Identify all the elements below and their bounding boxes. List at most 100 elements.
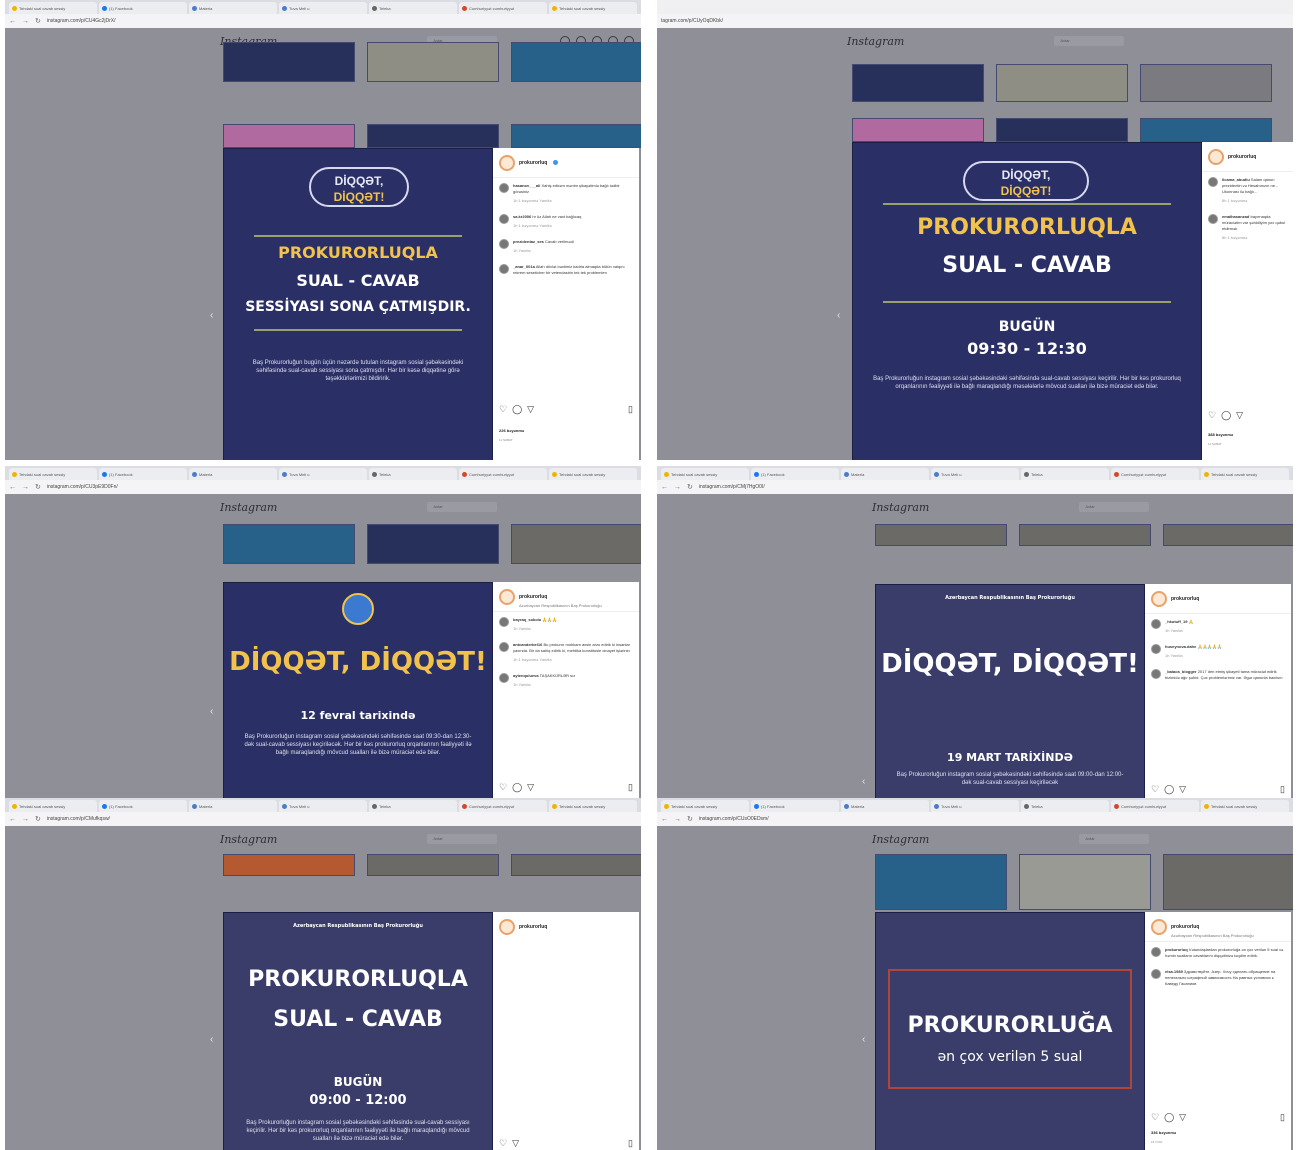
browser-tab[interactable]: (1) Facebook — [751, 800, 839, 812]
browser-tab[interactable]: Materia — [189, 800, 277, 812]
browser-tab[interactable]: Cumhuriyyət cumhuriyyət — [1111, 800, 1199, 812]
avatar[interactable] — [499, 214, 509, 224]
browser-tab[interactable]: Cumhuriyyət cumhuriyyət — [459, 468, 547, 480]
avatar[interactable] — [499, 617, 509, 627]
thumbnail[interactable] — [511, 42, 641, 82]
thumbnail[interactable] — [367, 124, 499, 148]
prev-arrow-icon[interactable]: ‹ — [210, 1034, 218, 1046]
browser-tab[interactable]: Teleka — [369, 468, 457, 480]
bookmark-icon[interactable]: ▯ — [628, 1138, 633, 1149]
back-icon[interactable]: ← — [9, 484, 16, 491]
back-icon[interactable]: ← — [9, 18, 16, 25]
like-icon[interactable]: ♡ — [499, 404, 507, 415]
instagram-logo[interactable]: Instagram — [872, 833, 929, 846]
browser-tab[interactable]: Teleka — [1021, 800, 1109, 812]
browser-tab[interactable]: Tuva Meli u — [931, 800, 1019, 812]
instagram-logo[interactable]: Instagram — [220, 501, 277, 514]
reload-icon[interactable]: ↻ — [35, 17, 41, 25]
avatar[interactable] — [1208, 214, 1218, 224]
browser-tab[interactable]: Tuva Meli u — [931, 468, 1019, 480]
avatar[interactable] — [499, 239, 509, 249]
browser-tab[interactable]: Teleka — [1021, 468, 1109, 480]
share-icon[interactable]: ▽ — [527, 782, 534, 793]
browser-tab[interactable]: (1) Facebook — [751, 468, 839, 480]
browser-tab[interactable]: Tehdaki sual cavab sessiy — [1201, 468, 1289, 480]
avatar[interactable] — [1208, 148, 1224, 165]
back-icon[interactable]: ← — [9, 816, 16, 823]
share-icon[interactable]: ▽ — [512, 1138, 519, 1149]
browser-tab[interactable]: Materia — [189, 2, 277, 14]
like-icon[interactable]: ♡ — [1208, 410, 1216, 421]
browser-tab[interactable]: Tehdaki sual cavab sessiy — [1201, 800, 1289, 812]
comment-icon[interactable]: ◯ — [512, 782, 522, 793]
browser-tab[interactable]: Tehdaki sual cavab sessiy — [9, 800, 97, 812]
browser-tab[interactable]: Tehdaki sual cavab sessiy — [549, 2, 637, 14]
browser-tab[interactable]: Tehdaki sual cavab sessiy — [9, 2, 97, 14]
thumbnail[interactable] — [1019, 854, 1151, 910]
url-text[interactable]: instagram.com/p/CU4Gc2jDrX/ — [47, 18, 116, 24]
browser-tab[interactable]: Tehdaki sual cavab sessiy — [549, 800, 637, 812]
prev-arrow-icon[interactable]: ‹ — [837, 310, 845, 322]
comment-icon[interactable]: ◯ — [512, 404, 522, 415]
avatar[interactable] — [1151, 947, 1161, 957]
url-text[interactable]: instagram.com/p/CMj7HgO0I/ — [699, 484, 765, 490]
prev-arrow-icon[interactable]: ‹ — [862, 1034, 870, 1046]
avatar[interactable] — [499, 154, 515, 171]
like-icon[interactable]: ♡ — [499, 1138, 507, 1149]
browser-tab[interactable]: (1) Facebook — [99, 468, 187, 480]
avatar[interactable] — [1208, 177, 1218, 187]
thumbnail[interactable] — [223, 124, 355, 148]
address-bar[interactable]: tagram.com/p/CUyOqDKbk/ — [657, 14, 1293, 28]
url-text[interactable]: instagram.com/p/CMufkqsw/ — [47, 816, 110, 822]
bookmark-icon[interactable]: ▯ — [628, 404, 633, 415]
like-icon[interactable]: ♡ — [499, 782, 507, 793]
like-count[interactable]: 336 bəyənmə — [1151, 1130, 1176, 1135]
search-input[interactable]: Axtar — [427, 834, 498, 844]
thumbnail[interactable] — [511, 854, 641, 876]
reload-icon[interactable]: ↻ — [687, 815, 693, 823]
thumbnail[interactable] — [996, 64, 1128, 102]
thumbnail[interactable] — [875, 524, 1007, 546]
browser-tab[interactable]: Tehdaki sual cavab sessiy — [9, 468, 97, 480]
browser-tab[interactable]: Tehdaki sual cavab sessiy — [661, 800, 749, 812]
prev-arrow-icon[interactable]: ‹ — [862, 776, 870, 788]
thumbnail[interactable] — [875, 854, 1007, 910]
address-bar[interactable]: ← → ↻ instagram.com/p/CUsO0EDsm/ — [657, 812, 1293, 826]
avatar[interactable] — [499, 919, 515, 935]
avatar[interactable] — [499, 642, 509, 652]
thumbnail[interactable] — [223, 524, 355, 564]
browser-tab[interactable]: Materia — [189, 468, 277, 480]
instagram-logo[interactable]: Instagram — [872, 501, 929, 514]
comment-icon[interactable]: ◯ — [1221, 410, 1231, 421]
share-icon[interactable]: ▽ — [1179, 784, 1186, 795]
reload-icon[interactable]: ↻ — [35, 483, 41, 491]
search-input[interactable]: Axtar — [1054, 36, 1125, 46]
forward-icon[interactable]: → — [674, 484, 681, 491]
browser-tab[interactable]: Teleka — [369, 2, 457, 14]
reload-icon[interactable]: ↻ — [35, 815, 41, 823]
avatar[interactable] — [1151, 590, 1167, 607]
thumbnail[interactable] — [1140, 64, 1272, 102]
avatar[interactable] — [1151, 969, 1161, 979]
browser-tab[interactable]: Tuva Meli u — [279, 2, 367, 14]
prev-arrow-icon[interactable]: ‹ — [210, 310, 218, 322]
thumbnail[interactable] — [511, 124, 641, 148]
search-input[interactable]: Axtar — [427, 502, 498, 512]
browser-tab[interactable]: Tuva Meli u — [279, 800, 367, 812]
comment-icon[interactable]: ◯ — [1164, 1112, 1174, 1123]
browser-tab[interactable]: (1) Facebook — [99, 800, 187, 812]
like-icon[interactable]: ♡ — [1151, 1112, 1159, 1123]
prev-arrow-icon[interactable]: ‹ — [210, 706, 218, 718]
forward-icon[interactable]: → — [22, 816, 29, 823]
back-icon[interactable]: ← — [661, 816, 668, 823]
share-icon[interactable]: ▽ — [527, 404, 534, 415]
forward-icon[interactable]: → — [22, 484, 29, 491]
share-icon[interactable]: ▽ — [1179, 1112, 1186, 1123]
address-bar[interactable]: ← → ↻ instagram.com/p/CU4Gc2jDrX/ — [5, 14, 641, 28]
forward-icon[interactable]: → — [22, 18, 29, 25]
url-text[interactable]: tagram.com/p/CUyOqDKbk/ — [661, 18, 723, 24]
comment-icon[interactable]: ◯ — [1164, 784, 1174, 795]
browser-tab[interactable]: Cumhuriyyət cumhuriyyət — [459, 800, 547, 812]
browser-tab[interactable]: Tehdaki sual cavab sessiy — [661, 468, 749, 480]
instagram-logo[interactable]: Instagram — [847, 35, 904, 48]
